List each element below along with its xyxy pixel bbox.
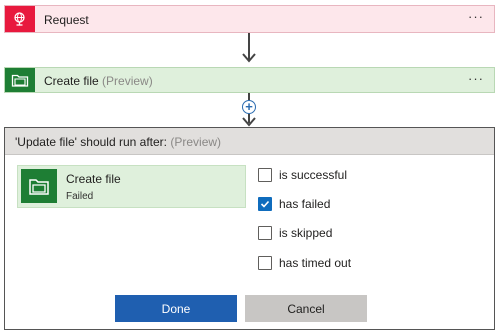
- has-timed-out-checkbox[interactable]: [258, 256, 272, 270]
- dialog-header: 'Update file' should run after: (Preview…: [5, 128, 494, 155]
- more-options-icon[interactable]: ···: [468, 72, 484, 85]
- preview-tag: (Preview): [102, 74, 153, 88]
- tile-action-name: Create file: [66, 172, 121, 186]
- arrow-down-icon: [242, 117, 256, 127]
- tile-action-status: Failed: [66, 191, 94, 202]
- dialog-title: 'Update file' should run after: (Preview…: [15, 135, 221, 149]
- preview-tag: (Preview): [170, 135, 222, 149]
- create-file-title-text: Create file: [44, 74, 99, 88]
- is-skipped-checkbox[interactable]: [258, 226, 272, 240]
- create-file-action-card[interactable]: Create file (Preview) ···: [4, 67, 495, 93]
- folder-icon: [5, 68, 35, 92]
- is-skipped-label: is skipped: [279, 226, 333, 240]
- is-successful-option[interactable]: is successful: [258, 166, 347, 184]
- request-card-title: Request: [44, 13, 89, 27]
- more-options-icon[interactable]: ···: [468, 10, 484, 23]
- globe-icon: [5, 6, 35, 32]
- folder-icon: [21, 169, 57, 203]
- is-skipped-option[interactable]: is skipped: [258, 224, 332, 242]
- has-failed-checkbox[interactable]: [258, 197, 272, 211]
- done-button[interactable]: Done: [115, 295, 237, 322]
- has-timed-out-option[interactable]: has timed out: [258, 254, 351, 272]
- has-failed-label: has failed: [279, 197, 331, 211]
- arrow-down-icon: [242, 53, 256, 63]
- dialog-title-text: 'Update file' should run after:: [15, 135, 168, 149]
- has-failed-option[interactable]: has failed: [258, 195, 330, 213]
- is-successful-label: is successful: [279, 168, 348, 182]
- request-trigger-card[interactable]: Request ···: [4, 5, 495, 33]
- has-timed-out-label: has timed out: [279, 256, 352, 270]
- insert-step-button[interactable]: +: [242, 100, 256, 114]
- run-after-dialog: 'Update file' should run after: (Preview…: [4, 127, 495, 330]
- cancel-button[interactable]: Cancel: [245, 295, 367, 322]
- is-successful-checkbox[interactable]: [258, 168, 272, 182]
- create-file-card-title: Create file (Preview): [44, 74, 153, 88]
- checkmark-icon: [260, 200, 270, 208]
- create-file-tile: Create file Failed: [17, 165, 246, 208]
